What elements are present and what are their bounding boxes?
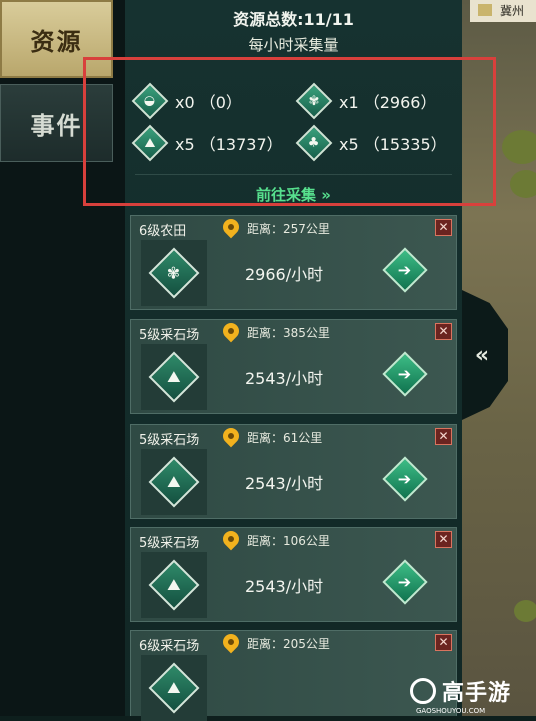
card-distance: 距离：106公里 xyxy=(247,534,330,548)
card-title: 5级采石场 xyxy=(139,433,200,448)
flag-icon xyxy=(478,4,492,16)
arrow-right-icon: ➔ xyxy=(398,572,412,592)
resource-total: 资源总数:11/11 xyxy=(233,10,354,29)
map-tree xyxy=(514,600,536,622)
location-pin-icon xyxy=(219,424,243,448)
close-icon[interactable]: ✕ xyxy=(435,428,452,445)
stone-icon: ⛰ xyxy=(148,456,200,508)
card-icon-frame: ⛰ xyxy=(141,655,207,721)
arrow-right-icon: ➔ xyxy=(398,260,412,280)
card-title: 5级采石场 xyxy=(139,328,200,343)
g-logo-icon xyxy=(410,678,436,704)
hourly-title: 每小时采集量 xyxy=(248,36,339,54)
resource-card: 5级采石场 距离：385公里 ✕ ⛰ 2543/小时 ➔ xyxy=(130,319,457,414)
card-title: 5级采石场 xyxy=(139,536,200,551)
go-button[interactable]: ➔ xyxy=(382,247,428,293)
watermark: 高手游 GAOSHOUYOU.COM xyxy=(410,675,536,716)
close-icon[interactable]: ✕ xyxy=(435,531,452,548)
grain-icon: ✾ xyxy=(148,247,200,299)
card-rate: 2543/小时 xyxy=(245,577,324,596)
card-icon-frame: ⛰ xyxy=(141,344,207,410)
map-tree xyxy=(510,170,536,198)
close-icon[interactable]: ✕ xyxy=(435,219,452,236)
location-pin-icon xyxy=(219,319,243,343)
card-distance: 距离：385公里 xyxy=(247,326,330,340)
arrow-right-icon: ➔ xyxy=(398,364,412,384)
stone-icon: ⛰ xyxy=(148,662,200,714)
card-rate: 2966/小时 xyxy=(245,265,324,284)
stone-icon: ⛰ xyxy=(148,559,200,611)
resource-card: 6级农田 距离：257公里 ✕ ✾ 2966/小时 ➔ xyxy=(130,215,457,310)
resource-card: 5级采石场 距离：106公里 ✕ ⛰ 2543/小时 ➔ xyxy=(130,527,457,622)
card-icon-frame: ✾ xyxy=(141,240,207,306)
location-pin-icon xyxy=(219,215,243,239)
resource-card: 5级采石场 距离：61公里 ✕ ⛰ 2543/小时 ➔ xyxy=(130,424,457,519)
go-button[interactable]: ➔ xyxy=(382,559,428,605)
card-title: 6级农田 xyxy=(139,224,187,239)
card-distance: 距离：257公里 xyxy=(247,222,330,236)
card-distance: 距离：61公里 xyxy=(247,431,323,445)
arrow-right-icon: ➔ xyxy=(398,469,412,489)
resource-card: 6级采石场 距离：205公里 ✕ ⛰ xyxy=(130,630,457,721)
close-icon[interactable]: ✕ xyxy=(435,634,452,651)
card-distance: 距离：205公里 xyxy=(247,637,330,651)
card-rate: 2543/小时 xyxy=(245,474,324,493)
location-pin-icon xyxy=(219,630,243,654)
stone-icon: ⛰ xyxy=(148,351,200,403)
card-icon-frame: ⛰ xyxy=(141,552,207,618)
card-rate: 2543/小时 xyxy=(245,369,324,388)
go-button[interactable]: ➔ xyxy=(382,456,428,502)
map-tree xyxy=(502,130,536,164)
card-title: 6级采石场 xyxy=(139,639,200,654)
go-button[interactable]: ➔ xyxy=(382,351,428,397)
watermark-logo: 高手游 xyxy=(410,675,511,707)
location-pin-icon xyxy=(219,527,243,551)
double-chevron-left-icon: « xyxy=(474,342,490,368)
card-icon-frame: ⛰ xyxy=(141,449,207,515)
close-icon[interactable]: ✕ xyxy=(435,323,452,340)
highlight-box xyxy=(83,57,496,206)
